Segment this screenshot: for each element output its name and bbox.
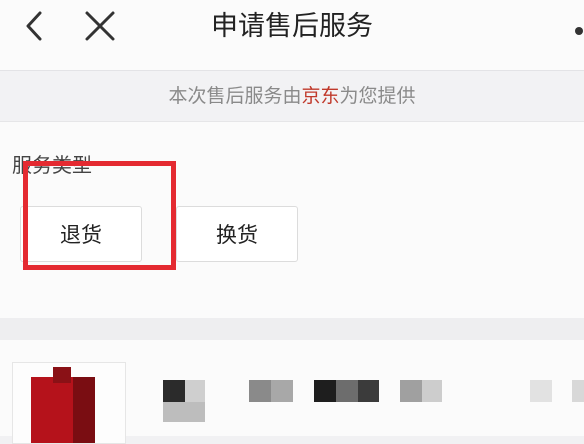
blur-pixel (422, 380, 442, 402)
thumb-bottle-cap (53, 367, 71, 383)
return-option-button[interactable]: 退货 (20, 206, 142, 262)
blur-pixel (400, 380, 422, 402)
top-nav-bar: 申请售后服务 (0, 0, 584, 71)
service-provider-notice: 本次售后服务由京东为您提供 (0, 71, 584, 122)
notice-suffix: 为您提供 (339, 85, 416, 107)
blur-pixel (163, 402, 205, 422)
blur-pixel (336, 380, 358, 402)
product-section (0, 340, 584, 444)
blur-pixel (572, 380, 584, 402)
blur-pixel (185, 380, 205, 402)
service-type-section: 服务类型 退货 换货 (0, 122, 584, 318)
section-divider (0, 318, 584, 340)
blur-pixel (530, 380, 552, 402)
blur-pixel (163, 380, 185, 402)
product-thumbnail[interactable] (12, 362, 126, 444)
thumb-bottle-shade (73, 377, 95, 443)
blur-pixel (271, 380, 293, 402)
exchange-option-button[interactable]: 换货 (176, 206, 298, 262)
blur-pixel (249, 380, 271, 402)
more-dots-icon[interactable] (575, 27, 583, 35)
notice-prefix: 本次售后服务由 (168, 85, 302, 107)
blur-pixel (358, 380, 379, 402)
service-type-label: 服务类型 (12, 153, 92, 177)
notice-brand: 京东 (301, 85, 340, 107)
blur-pixel (314, 380, 336, 402)
page-title: 申请售后服务 (211, 11, 373, 42)
